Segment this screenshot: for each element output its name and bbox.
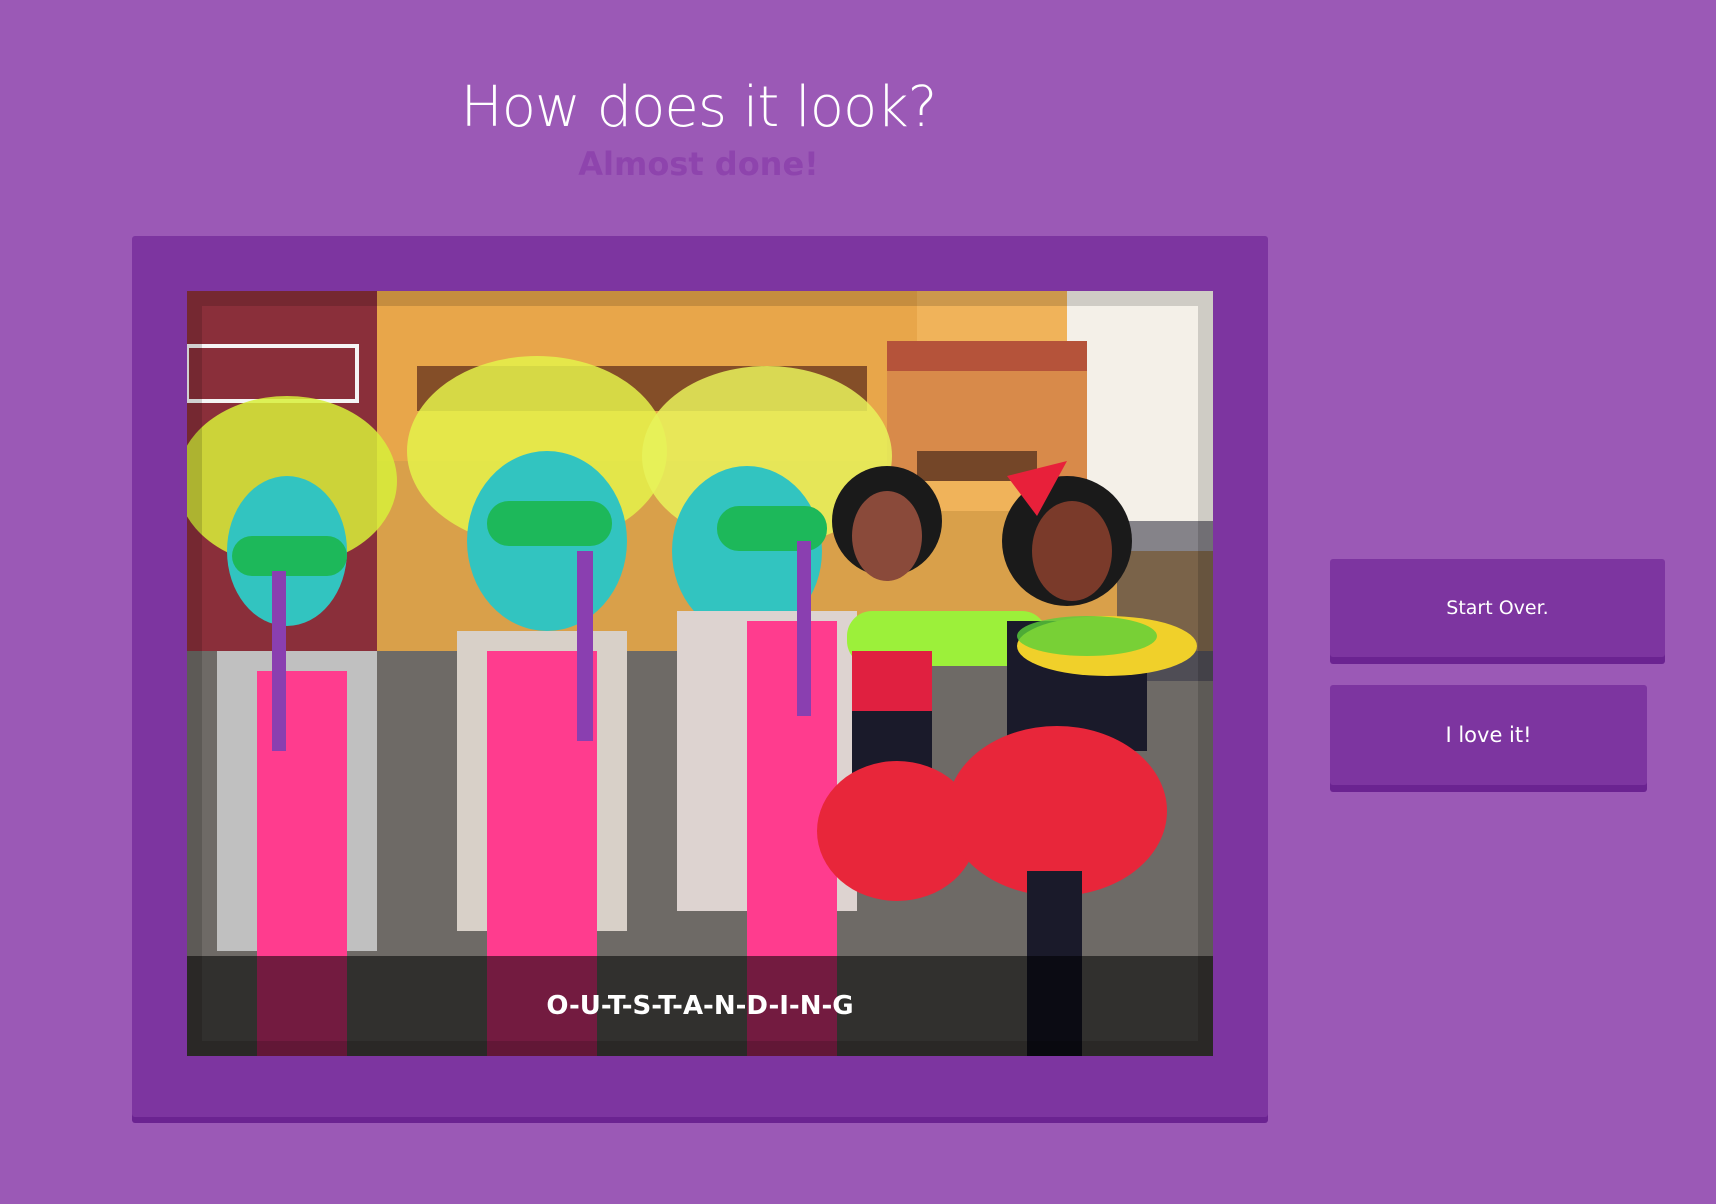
love-it-button[interactable]: I love it! [1330,685,1647,785]
page-subtitle: Almost done! [578,145,819,183]
carnival-dancers-image [187,291,1213,1056]
photo-frame: O-U-T-S-T-A-N-D-I-N-G [132,236,1268,1117]
caption-bar: O-U-T-S-T-A-N-D-I-N-G [187,956,1213,1056]
preview-photo: O-U-T-S-T-A-N-D-I-N-G [187,291,1213,1056]
start-over-button[interactable]: Start Over. [1330,559,1665,657]
page-title: How does it look? [460,75,938,140]
photo-caption: O-U-T-S-T-A-N-D-I-N-G [546,991,854,1021]
